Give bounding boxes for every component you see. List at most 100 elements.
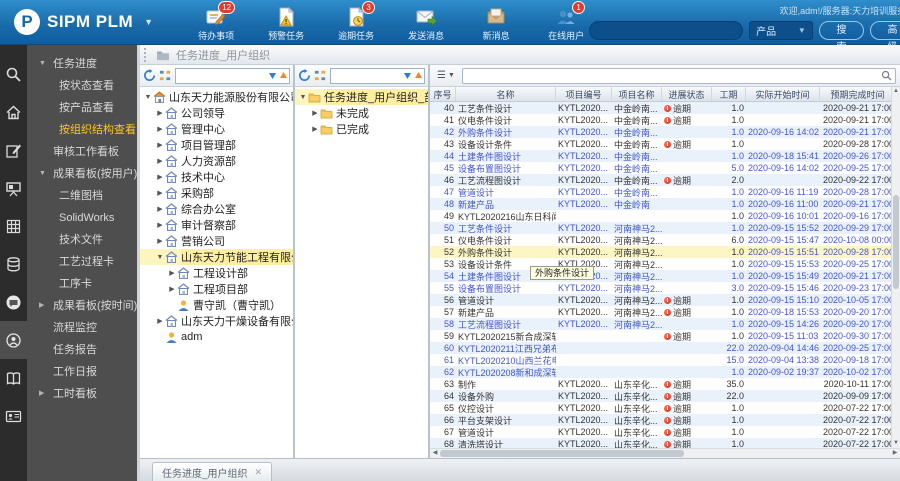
scroll-down-icon[interactable]: ▼ xyxy=(892,439,900,448)
sidebar-item-10[interactable]: 工序卡 xyxy=(27,273,137,295)
refresh-icon[interactable] xyxy=(298,69,311,82)
table-row[interactable]: 52 外购条件设计 KYTL2020... 河南神马2... 1.0 2020-09-15… xyxy=(430,246,900,258)
org-tree-node-13[interactable]: 曹守凯（曹守凯） xyxy=(140,297,293,313)
rail-item-book[interactable] xyxy=(0,359,27,397)
rail-item-query[interactable] xyxy=(0,55,27,93)
org-tree-node-8[interactable]: ▶ 审计督察部 xyxy=(140,217,293,233)
rail-item-board[interactable] xyxy=(0,169,27,207)
chevron-right-icon[interactable]: ▶ xyxy=(155,221,165,229)
sidebar-item-9[interactable]: 工艺过程卡 xyxy=(27,251,137,273)
chevron-right-icon[interactable]: ▶ xyxy=(310,109,320,117)
sidebar-item-3[interactable]: 按组织结构查看 xyxy=(27,119,137,141)
org-tree-node-0[interactable]: ▼ 山东天力能源股份有限公司 xyxy=(140,89,293,105)
vscroll-thumb[interactable] xyxy=(893,195,899,290)
chevron-right-icon[interactable]: ▶ xyxy=(155,173,165,181)
org-tree-node-12[interactable]: ▶ 工程项目部 xyxy=(140,281,293,297)
scroll-right-icon[interactable]: ▶ xyxy=(890,449,900,458)
chevron-right-icon[interactable]: ▶ xyxy=(155,157,165,165)
column-header-1[interactable]: 名称 xyxy=(456,87,556,101)
hscroll-thumb[interactable] xyxy=(440,450,685,457)
table-row[interactable]: 67 管道设计 KYTL2020... 山东辛化... 逾期 1.0 2020-07-22 … xyxy=(430,426,900,438)
sidebar-item-12[interactable]: 流程监控 xyxy=(27,317,137,339)
table-row[interactable]: 64 设备外购 KYTL2020... 山东辛化... 逾期 22.0 2020-09-09… xyxy=(430,390,900,402)
sidebar-item-8[interactable]: 技术文件 xyxy=(27,229,137,251)
close-icon[interactable]: ✕ xyxy=(255,467,263,478)
org-tree-node-5[interactable]: ▶ 技术中心 xyxy=(140,169,293,185)
table-row[interactable]: 49KYTL2020216山东日科闻...1.02020-09-16 10:01… xyxy=(430,210,900,222)
chevron-right-icon[interactable]: ▶ xyxy=(167,285,177,293)
task-folder-filter-input[interactable] xyxy=(331,70,402,81)
rail-item-database[interactable] xyxy=(0,245,27,283)
topbar-item-warning-task[interactable]: 预警任务 xyxy=(263,6,309,42)
find-next-icon[interactable] xyxy=(267,70,278,82)
org-tree-node-4[interactable]: ▶ 人力资源部 xyxy=(140,153,293,169)
org-tree-node-2[interactable]: ▶ 管理中心 xyxy=(140,121,293,137)
table-row[interactable]: 61KYTL2020210山西兰花电...15.02020-09-04 13:3… xyxy=(430,354,900,366)
table-row[interactable]: 55 设备布置图设计 KYTL2020... 河南神马2... 3.0 2020-09-1… xyxy=(430,282,900,294)
org-tree-node-14[interactable]: ▶ 山东天力干燥设备有限公司 xyxy=(140,313,293,329)
table-row[interactable]: 50 工艺条件设计 KYTL2020... 河南神马2... 1.0 2020-09-15… xyxy=(430,222,900,234)
find-prev-icon[interactable] xyxy=(278,70,289,82)
column-header-5[interactable]: 工期 xyxy=(712,87,746,101)
rail-item-edit[interactable] xyxy=(0,131,27,169)
topbar-item-online-users[interactable]: 在线用户 1 xyxy=(543,1,589,42)
chevron-right-icon[interactable]: ▶ xyxy=(167,269,177,277)
table-row[interactable]: 53 设备设计条件 KYTL2020... 河南神马2... 1.0 2020-09-15… xyxy=(430,258,900,270)
sidebar-item-11[interactable]: ▶ 成果看板(按时间) xyxy=(27,295,137,317)
search-category-select[interactable]: 产品 ▼ xyxy=(749,20,813,40)
global-search-input[interactable] xyxy=(589,20,744,40)
table-row[interactable]: 66 平台支架设计 KYTL2020... 山东辛化... 逾期 1.0 2020-07-2… xyxy=(430,414,900,426)
column-header-0[interactable]: 序号 xyxy=(430,87,456,101)
org-tree-node-10[interactable]: ▼ 山东天力节能工程有限公司 xyxy=(140,249,293,265)
task-tree-node-2[interactable]: ▶ 已完成 xyxy=(295,121,428,137)
org-tree-node-3[interactable]: ▶ 项目管理部 xyxy=(140,137,293,153)
chevron-down-icon[interactable]: ▼ xyxy=(144,17,153,27)
table-row[interactable]: 47 管道设计 KYTL2020... 中金岭南... 1.0 2020-09-16 11… xyxy=(430,186,900,198)
chevron-down-icon[interactable]: ▼ xyxy=(298,94,308,101)
topbar-item-send-message[interactable]: 发送消息 xyxy=(403,6,449,42)
chevron-right-icon[interactable]: ▶ xyxy=(155,109,165,117)
org-tree-node-9[interactable]: ▶ 营销公司 xyxy=(140,233,293,249)
table-row[interactable]: 56 管道设计 KYTL2020... 河南神马2... 逾期 1.0 2020-09-15… xyxy=(430,294,900,306)
sidebar-item-2[interactable]: 按产品查看 xyxy=(27,97,137,119)
org-tree-node-15[interactable]: adm xyxy=(140,329,293,345)
sidebar-item-1[interactable]: 按状态查看 xyxy=(27,75,137,97)
task-tree-node-1[interactable]: ▶ 未完成 xyxy=(295,105,428,121)
task-tree-node-0[interactable]: ▼ 任务进度_用户组织_部门 xyxy=(295,89,428,105)
locate-node-icon[interactable] xyxy=(159,69,172,82)
scroll-left-icon[interactable]: ◀ xyxy=(430,449,440,458)
table-row[interactable]: 57 新建产品 KYTL2020... 河南神马2... 逾期 1.0 2020-09-18… xyxy=(430,306,900,318)
drag-handle[interactable] xyxy=(144,47,148,62)
topbar-item-new-message[interactable]: 新消息 xyxy=(473,6,519,42)
chevron-down-icon[interactable]: ▼ xyxy=(143,94,153,101)
rail-item-home[interactable] xyxy=(0,93,27,131)
find-next-icon[interactable] xyxy=(402,70,413,82)
column-header-3[interactable]: 项目名称 xyxy=(612,87,662,101)
sidebar-item-4[interactable]: 审核工作看板 xyxy=(27,141,137,163)
table-row[interactable]: 62KYTL2020208新和成深轨...1.02020-09-02 19:37… xyxy=(430,366,900,378)
column-header-6[interactable]: 实际开始时间 xyxy=(746,87,820,101)
rail-item-broadcast[interactable] xyxy=(0,321,27,359)
column-header-7[interactable]: 预期完成时间 xyxy=(820,87,896,101)
table-row[interactable]: 44 土建条件图设计 KYTL2020... 中金岭南... 1.0 2020-09-18… xyxy=(430,150,900,162)
table-row[interactable]: 60KYTL2020211江西兄弟布...22.02020-09-04 14:4… xyxy=(430,342,900,354)
locate-node-icon[interactable] xyxy=(314,69,327,82)
table-row[interactable]: 58 工艺流程图设计 KYTL2020... 河南神马2... 1.0 2020-09-1… xyxy=(430,318,900,330)
table-row[interactable]: 59KYTL2020215新合成深轨...逾期1.02020-09-15 11:… xyxy=(430,330,900,342)
find-prev-icon[interactable] xyxy=(413,70,424,82)
vertical-scrollbar[interactable]: ▲ ▼ xyxy=(891,87,900,448)
chevron-right-icon[interactable]: ▶ xyxy=(155,141,165,149)
chevron-right-icon[interactable]: ▶ xyxy=(155,125,165,133)
chevron-right-icon[interactable]: ▶ xyxy=(155,189,165,197)
org-tree-node-6[interactable]: ▶ 采购部 xyxy=(140,185,293,201)
rail-item-idcard[interactable] xyxy=(0,397,27,435)
rail-item-chat[interactable] xyxy=(0,283,27,321)
org-tree-filter-input[interactable] xyxy=(176,70,267,81)
sidebar-item-5[interactable]: ▼ 成果看板(按用户) xyxy=(27,163,137,185)
table-row[interactable]: 68 清洗塔设计 KYTL2020... 山东辛化... 逾期 1.0 2020-07-22… xyxy=(430,438,900,448)
table-row[interactable]: 45 设备布置图设计 KYTL2020... 中金岭南... 5.0 2020-09-16… xyxy=(430,162,900,174)
table-row[interactable]: 65 仪控设计 KYTL2020... 山东辛化... 逾期 1.0 2020-07-22 … xyxy=(430,402,900,414)
refresh-icon[interactable] xyxy=(143,69,156,82)
org-tree-node-7[interactable]: ▶ 综合办公室 xyxy=(140,201,293,217)
rail-item-grid[interactable] xyxy=(0,207,27,245)
